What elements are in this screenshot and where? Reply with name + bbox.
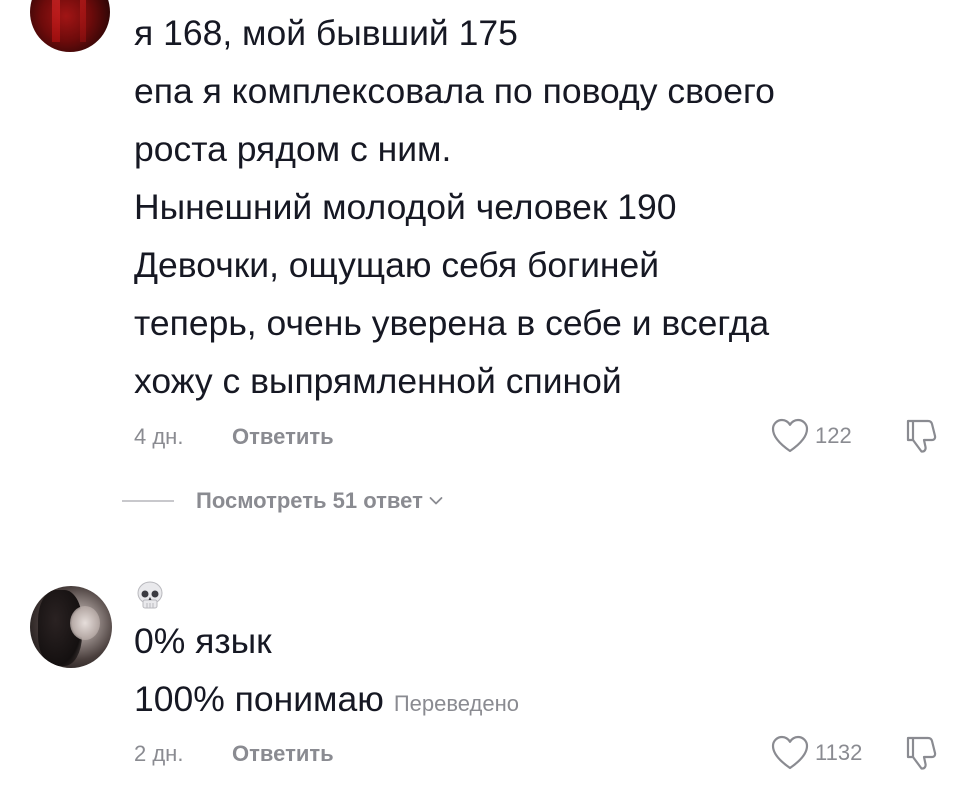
avatar[interactable] [30,0,110,52]
thumbs-down-icon[interactable] [902,416,942,456]
comment-line: хожу с выпрямленной спиной [134,361,622,401]
comment-text: 0% язык 100% понимаю Переведено [134,612,519,733]
like-button[interactable]: 1132 [771,735,862,771]
thumbs-down-icon[interactable] [902,733,942,773]
view-replies-button[interactable]: Посмотреть 51 ответ [122,488,443,514]
like-count: 122 [815,423,852,448]
comment-line: я 168, мой бывший 175 [134,13,518,53]
comment-line: Нынешний молодой человек 190 [134,187,677,227]
heart-outline-icon [771,735,809,770]
replies-divider [122,500,174,502]
heart-outline-icon [771,418,809,453]
avatar[interactable] [30,586,112,668]
comment-line: епа я комплексовала по поводу своего [134,71,775,111]
comment-text: я 168, мой бывший 175 епа я комплексовал… [134,4,775,410]
chevron-down-icon [429,497,443,505]
reply-button[interactable]: Ответить [232,741,334,767]
view-replies-label: Посмотреть 51 ответ [196,488,423,513]
comment-line: 0% язык [134,621,272,661]
translated-label[interactable]: Переведено [394,691,519,716]
comment-line: роста рядом с ним. [134,129,452,169]
comment-line-text: 100% понимаю [134,679,384,719]
skull-icon [137,581,163,609]
comment-line: 100% понимаю Переведено [134,670,519,733]
comment-meta: 4 дн. Ответить [134,424,334,450]
comment-line: Девочки, ощущаю себя богиней [134,245,660,285]
comment-meta: 2 дн. Ответить [134,741,334,767]
comment-timestamp: 4 дн. [134,424,184,449]
like-count: 1132 [815,740,863,765]
like-button[interactable]: 122 [771,418,852,454]
comment-timestamp: 2 дн. [134,741,184,766]
reply-button[interactable]: Ответить [232,424,334,450]
comment-line: теперь, очень уверена в себе и всегда [134,303,770,343]
